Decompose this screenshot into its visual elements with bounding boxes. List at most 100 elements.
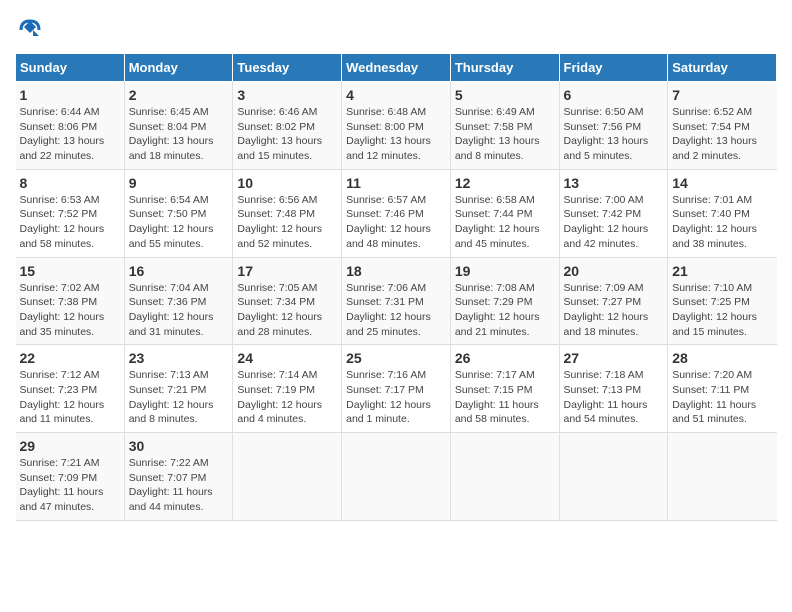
day-cell: 26 Sunrise: 7:17 AMSunset: 7:15 PMDayligh… — [450, 345, 559, 433]
day-details: Sunrise: 7:06 AMSunset: 7:31 PMDaylight:… — [346, 282, 431, 338]
day-number: 3 — [237, 87, 337, 103]
day-cell: 29Sunrise: 7:21 AMSunset: 7:09 PMDayligh… — [16, 433, 125, 521]
day-cell — [233, 433, 342, 521]
week-row-1: 1 Sunrise: 6:44 AMSunset: 8:06 PMDaylight… — [16, 82, 777, 170]
day-number: 4 — [346, 87, 446, 103]
day-details: Sunrise: 7:20 AMSunset: 7:11 PMDaylight:… — [672, 369, 756, 425]
day-cell: 9Sunrise: 6:54 AMSunset: 7:50 PMDaylight… — [124, 169, 233, 257]
day-details: Sunrise: 6:56 AMSunset: 7:48 PMDaylight:… — [237, 194, 322, 250]
day-number: 8 — [20, 175, 120, 191]
day-number: 17 — [237, 263, 337, 279]
day-number: 15 — [20, 263, 120, 279]
day-details: Sunrise: 7:08 AMSunset: 7:29 PMDaylight:… — [455, 282, 540, 338]
day-details: Sunrise: 6:50 AMSunset: 7:56 PMDaylight:… — [564, 106, 649, 162]
day-cell — [668, 433, 777, 521]
day-cell — [450, 433, 559, 521]
day-number: 12 — [455, 175, 555, 191]
day-number: 20 — [564, 263, 664, 279]
day-number: 21 — [672, 263, 772, 279]
day-details: Sunrise: 7:10 AMSunset: 7:25 PMDaylight:… — [672, 282, 757, 338]
day-number: 9 — [129, 175, 229, 191]
week-row-3: 15 Sunrise: 7:02 AMSunset: 7:38 PMDayligh… — [16, 257, 777, 345]
day-number: 30 — [129, 438, 229, 454]
day-cell: 11Sunrise: 6:57 AMSunset: 7:46 PMDayligh… — [342, 169, 451, 257]
day-details: Sunrise: 7:00 AMSunset: 7:42 PMDaylight:… — [564, 194, 649, 250]
day-details: Sunrise: 6:45 AMSunset: 8:04 PMDaylight:… — [129, 106, 214, 162]
day-cell — [342, 433, 451, 521]
day-number: 19 — [455, 263, 555, 279]
calendar-body: 1 Sunrise: 6:44 AMSunset: 8:06 PMDaylight… — [16, 82, 777, 521]
day-cell: 25 Sunrise: 7:16 AMSunset: 7:17 PMDayligh… — [342, 345, 451, 433]
day-details: Sunrise: 7:22 AMSunset: 7:07 PMDaylight:… — [129, 457, 213, 513]
day-cell: 2 Sunrise: 6:45 AMSunset: 8:04 PMDaylight… — [124, 82, 233, 170]
day-details: Sunrise: 7:05 AMSunset: 7:34 PMDaylight:… — [237, 282, 322, 338]
day-details: Sunrise: 7:12 AMSunset: 7:23 PMDaylight:… — [20, 369, 105, 425]
header-cell-wednesday: Wednesday — [342, 54, 451, 82]
day-details: Sunrise: 7:14 AMSunset: 7:19 PMDaylight:… — [237, 369, 322, 425]
day-details: Sunrise: 7:01 AMSunset: 7:40 PMDaylight:… — [672, 194, 757, 250]
day-cell: 7Sunrise: 6:52 AMSunset: 7:54 PMDaylight… — [668, 82, 777, 170]
day-number: 5 — [455, 87, 555, 103]
day-number: 25 — [346, 350, 446, 366]
calendar-table: SundayMondayTuesdayWednesdayThursdayFrid… — [15, 53, 777, 521]
day-cell: 16 Sunrise: 7:04 AMSunset: 7:36 PMDayligh… — [124, 257, 233, 345]
day-details: Sunrise: 6:58 AMSunset: 7:44 PMDaylight:… — [455, 194, 540, 250]
logo-icon — [15, 15, 45, 45]
day-details: Sunrise: 7:13 AMSunset: 7:21 PMDaylight:… — [129, 369, 214, 425]
day-number: 16 — [129, 263, 229, 279]
day-number: 13 — [564, 175, 664, 191]
day-cell: 10 Sunrise: 6:56 AMSunset: 7:48 PMDayligh… — [233, 169, 342, 257]
day-number: 27 — [564, 350, 664, 366]
day-cell: 19 Sunrise: 7:08 AMSunset: 7:29 PMDayligh… — [450, 257, 559, 345]
day-cell: 24 Sunrise: 7:14 AMSunset: 7:19 PMDayligh… — [233, 345, 342, 433]
day-cell: 15 Sunrise: 7:02 AMSunset: 7:38 PMDayligh… — [16, 257, 125, 345]
day-details: Sunrise: 7:21 AMSunset: 7:09 PMDaylight:… — [20, 457, 104, 513]
day-number: 26 — [455, 350, 555, 366]
header-cell-monday: Monday — [124, 54, 233, 82]
day-cell: 8 Sunrise: 6:53 AMSunset: 7:52 PMDaylight… — [16, 169, 125, 257]
header-cell-sunday: Sunday — [16, 54, 125, 82]
day-details: Sunrise: 7:16 AMSunset: 7:17 PMDaylight:… — [346, 369, 431, 425]
day-details: Sunrise: 6:49 AMSunset: 7:58 PMDaylight:… — [455, 106, 540, 162]
day-details: Sunrise: 6:53 AMSunset: 7:52 PMDaylight:… — [20, 194, 105, 250]
day-cell: 1 Sunrise: 6:44 AMSunset: 8:06 PMDaylight… — [16, 82, 125, 170]
day-cell: 14 Sunrise: 7:01 AMSunset: 7:40 PMDayligh… — [668, 169, 777, 257]
day-details: Sunrise: 7:18 AMSunset: 7:13 PMDaylight:… — [564, 369, 648, 425]
day-details: Sunrise: 6:48 AMSunset: 8:00 PMDaylight:… — [346, 106, 431, 162]
day-number: 18 — [346, 263, 446, 279]
day-cell — [559, 433, 668, 521]
day-number: 22 — [20, 350, 120, 366]
day-cell: 23 Sunrise: 7:13 AMSunset: 7:21 PMDayligh… — [124, 345, 233, 433]
day-number: 1 — [20, 87, 120, 103]
day-details: Sunrise: 7:02 AMSunset: 7:38 PMDaylight:… — [20, 282, 105, 338]
page-container: SundayMondayTuesdayWednesdayThursdayFrid… — [15, 15, 777, 521]
day-number: 2 — [129, 87, 229, 103]
header-cell-thursday: Thursday — [450, 54, 559, 82]
calendar-header: SundayMondayTuesdayWednesdayThursdayFrid… — [16, 54, 777, 82]
week-row-4: 22 Sunrise: 7:12 AMSunset: 7:23 PMDayligh… — [16, 345, 777, 433]
day-details: Sunrise: 7:04 AMSunset: 7:36 PMDaylight:… — [129, 282, 214, 338]
day-number: 24 — [237, 350, 337, 366]
day-cell: 30 Sunrise: 7:22 AMSunset: 7:07 PMDayligh… — [124, 433, 233, 521]
day-cell: 21 Sunrise: 7:10 AMSunset: 7:25 PMDayligh… — [668, 257, 777, 345]
day-details: Sunrise: 6:44 AMSunset: 8:06 PMDaylight:… — [20, 106, 105, 162]
week-row-5: 29Sunrise: 7:21 AMSunset: 7:09 PMDayligh… — [16, 433, 777, 521]
header-row: SundayMondayTuesdayWednesdayThursdayFrid… — [16, 54, 777, 82]
day-cell: 27 Sunrise: 7:18 AMSunset: 7:13 PMDayligh… — [559, 345, 668, 433]
header-cell-tuesday: Tuesday — [233, 54, 342, 82]
logo — [15, 15, 49, 45]
day-details: Sunrise: 7:17 AMSunset: 7:15 PMDaylight:… — [455, 369, 539, 425]
day-cell: 5 Sunrise: 6:49 AMSunset: 7:58 PMDaylight… — [450, 82, 559, 170]
day-number: 23 — [129, 350, 229, 366]
header-cell-friday: Friday — [559, 54, 668, 82]
day-cell: 22 Sunrise: 7:12 AMSunset: 7:23 PMDayligh… — [16, 345, 125, 433]
day-details: Sunrise: 6:46 AMSunset: 8:02 PMDaylight:… — [237, 106, 322, 162]
day-cell: 18 Sunrise: 7:06 AMSunset: 7:31 PMDayligh… — [342, 257, 451, 345]
day-number: 6 — [564, 87, 664, 103]
day-number: 10 — [237, 175, 337, 191]
day-number: 14 — [672, 175, 772, 191]
day-cell: 6 Sunrise: 6:50 AMSunset: 7:56 PMDaylight… — [559, 82, 668, 170]
day-cell: 28 Sunrise: 7:20 AMSunset: 7:11 PMDayligh… — [668, 345, 777, 433]
day-number: 28 — [672, 350, 772, 366]
day-details: Sunrise: 6:52 AMSunset: 7:54 PMDaylight:… — [672, 106, 757, 162]
